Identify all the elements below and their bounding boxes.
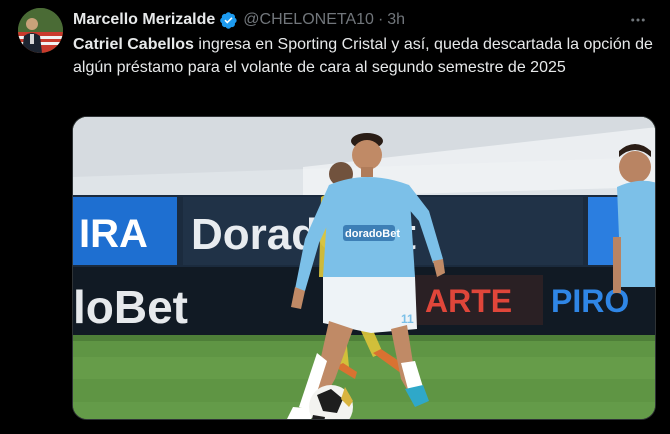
- author-handle[interactable]: @CHELONETA10: [243, 11, 374, 29]
- tweet-media-photo[interactable]: IRA DoradoBet loBet ARTE PIRO doradoBet …: [72, 116, 656, 420]
- tweet-timestamp[interactable]: 3h: [387, 11, 405, 29]
- more-horizontal-icon[interactable]: [626, 9, 650, 31]
- author-name[interactable]: Marcello Merizalde: [73, 11, 215, 29]
- board-text-ira: IRA: [79, 212, 148, 256]
- board-text-lobet: loBet: [73, 281, 188, 333]
- verified-badge-icon: [219, 11, 238, 30]
- shirt-sponsor-text: doradoBet: [345, 228, 400, 240]
- author-avatar[interactable]: [18, 8, 63, 53]
- shorts-number-text: 11: [401, 312, 414, 326]
- tweet-card[interactable]: Marcello Merizalde @CHELONETA10 · 3h Cat…: [0, 0, 670, 434]
- tweet-text: Catriel Cabellos ingresa en Sporting Cri…: [73, 34, 653, 79]
- tweet-text-bold: Catriel Cabellos: [73, 36, 194, 53]
- tweet-header: Marcello Merizalde @CHELONETA10 · 3h: [73, 9, 650, 31]
- board-text-arte: ARTE: [425, 283, 512, 319]
- separator-dot: ·: [377, 11, 384, 28]
- player-right-edge: [613, 144, 655, 293]
